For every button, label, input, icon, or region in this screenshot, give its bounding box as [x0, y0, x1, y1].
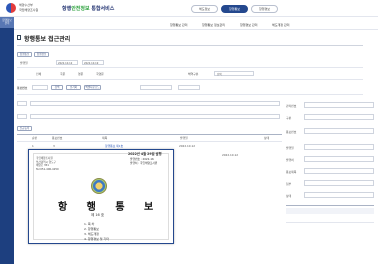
col-header-num: 통보번호 [52, 136, 63, 140]
detail-input-1[interactable] [30, 101, 280, 106]
side-table-rule-2 [286, 222, 374, 223]
side-input-type[interactable] [304, 114, 374, 120]
region-select[interactable]: 선택 [214, 71, 254, 76]
side-table-header [286, 208, 374, 214]
service-title-accent: 안전정보 [71, 6, 90, 12]
row-num: 3 [53, 144, 55, 148]
row-date: 2022.10.12 [222, 153, 239, 157]
menu-item-warning-admin[interactable]: 항행경보 관리 [240, 23, 258, 27]
header-pill-chart-info[interactable]: 해도정보 [191, 5, 218, 13]
filter-divider-2 [17, 79, 363, 80]
toc-line: 4. 항행경보 및 기타 [84, 237, 110, 241]
detail-label-box-1 [17, 101, 27, 106]
date-label: 발행일 [20, 61, 28, 65]
document-number: 제 16 호 [91, 213, 105, 217]
side-label-id: 관리번호 [286, 104, 297, 108]
government-emblem-icon [6, 3, 16, 13]
row-title-link[interactable]: 항행통보 제1호 [105, 144, 123, 148]
document-meta: 발행번호 : 2022-16 발행처 : 국립해양조사원 [130, 157, 157, 165]
document-issuer-block: 국립해양조사원 부산광역시 영도구 해양로 351 Tel 051-400-42… [36, 157, 59, 171]
reset-button[interactable]: 초기화 [66, 85, 81, 90]
filter-tag-notice[interactable]: 항행통보 [17, 52, 32, 57]
new-register-button[interactable]: 신규등록 [17, 126, 32, 131]
header-pill-notice[interactable]: 항행통보 [221, 5, 248, 13]
date-from-value: 2022.10.12 [58, 62, 73, 65]
side-input-title[interactable] [304, 168, 374, 174]
toc-line: 2. 항행통보 [84, 227, 99, 231]
side-input-date[interactable] [304, 144, 374, 150]
page-title-icon [17, 35, 21, 40]
filter-extra-input-1[interactable] [140, 85, 172, 90]
side-label-title: 통보제목 [286, 170, 297, 174]
side-input-num[interactable] [304, 128, 374, 134]
col-header-title: 제목 [102, 136, 108, 140]
menu-item-notice-info[interactable]: 항행통보 정보관리 [202, 23, 225, 27]
menu-bar [14, 19, 378, 30]
filter-divider-3 [17, 94, 363, 95]
bottom-spacer [283, 236, 378, 264]
row-date: 2022.10.12 [179, 144, 196, 148]
sidebar-item-notice-admin[interactable]: 항행통보 관리 [0, 17, 14, 28]
excel-download-button[interactable]: 엑셀다운로드 [84, 85, 101, 90]
radio-english[interactable]: 영문 [78, 72, 83, 76]
col-header-no: 순번 [32, 136, 38, 140]
side-label-status: 상태 [286, 194, 292, 198]
logo-text-top: 해양수산부 [19, 3, 33, 7]
date-to-input[interactable]: 2022.10.19 [82, 60, 104, 65]
side-input-id[interactable] [304, 102, 374, 108]
filter-tag-warning[interactable]: 항행경보 [34, 52, 49, 57]
top-header [0, 0, 378, 17]
date-to-value: 2022.10.19 [84, 62, 99, 65]
radio-korean[interactable]: 국문 [60, 72, 65, 76]
document-date: 2022년 4월 29일 발행 [128, 152, 162, 156]
service-title-prefix: 항행 [62, 6, 72, 12]
agency-seal-icon [91, 178, 107, 194]
search-button[interactable]: 검색 [51, 85, 63, 90]
side-table-row[interactable] [286, 215, 374, 221]
col-header-date: 발행일 [180, 136, 188, 140]
radio-all[interactable]: 전체 [36, 72, 41, 76]
detail-label-box-2 [17, 114, 27, 119]
service-title[interactable]: 항행안전정보 통합서비스 [62, 5, 114, 12]
title-divider [17, 45, 363, 46]
row-no: 1 [32, 144, 34, 148]
select-label: 해역구분 [188, 72, 199, 76]
side-label-type: 구분 [286, 116, 292, 120]
issuer-line: Tel 051-400-4250 [36, 167, 59, 171]
radio-both[interactable]: 국영문 [96, 72, 104, 76]
page-title: 항행통보 접근관리 [24, 36, 71, 43]
filter-extra-input-2[interactable] [178, 85, 200, 90]
table-row[interactable]: 1 3 항행통보 제1호 2022.10.12 [17, 142, 282, 149]
service-title-suffix: 통합서비스 [89, 6, 115, 12]
detail-input-2[interactable] [30, 114, 280, 119]
search-label: 통보번호 [17, 86, 28, 90]
document-title: 항 행 통 보 [58, 202, 162, 213]
side-label-date: 발행일 [286, 146, 294, 150]
toc-line: 1. 목 차 [84, 222, 95, 226]
date-from-input[interactable]: 2022.10.12 [56, 60, 78, 65]
menu-item-chart-revision[interactable]: 해도개정 관리 [272, 23, 290, 27]
toc-line: 3. 해도개정 [84, 232, 99, 236]
list-header-rule [17, 134, 282, 135]
filter-divider [17, 67, 363, 68]
meta-line: 발행처 : 국립해양조사원 [130, 161, 158, 165]
left-sidebar [0, 17, 14, 264]
notice-number-input[interactable] [32, 85, 48, 90]
col-header-status: 상태 [264, 136, 270, 140]
menu-item-notice-admin[interactable]: 항행통보 관리 [170, 23, 188, 27]
side-input-publisher[interactable] [304, 156, 374, 162]
header-pill-warning[interactable]: 항행경보 [251, 5, 278, 13]
region-select-value: 선택 [217, 73, 222, 76]
logo-text-bottom: 국립해양조사원 [19, 8, 39, 12]
side-label-attach: 첨부 [286, 182, 292, 186]
side-input-status[interactable] [304, 192, 374, 198]
side-input-attach[interactable] [304, 180, 374, 186]
side-label-publisher: 발행처 [286, 158, 294, 162]
side-table-rule [286, 205, 374, 206]
side-label-num: 통보번호 [286, 130, 297, 134]
